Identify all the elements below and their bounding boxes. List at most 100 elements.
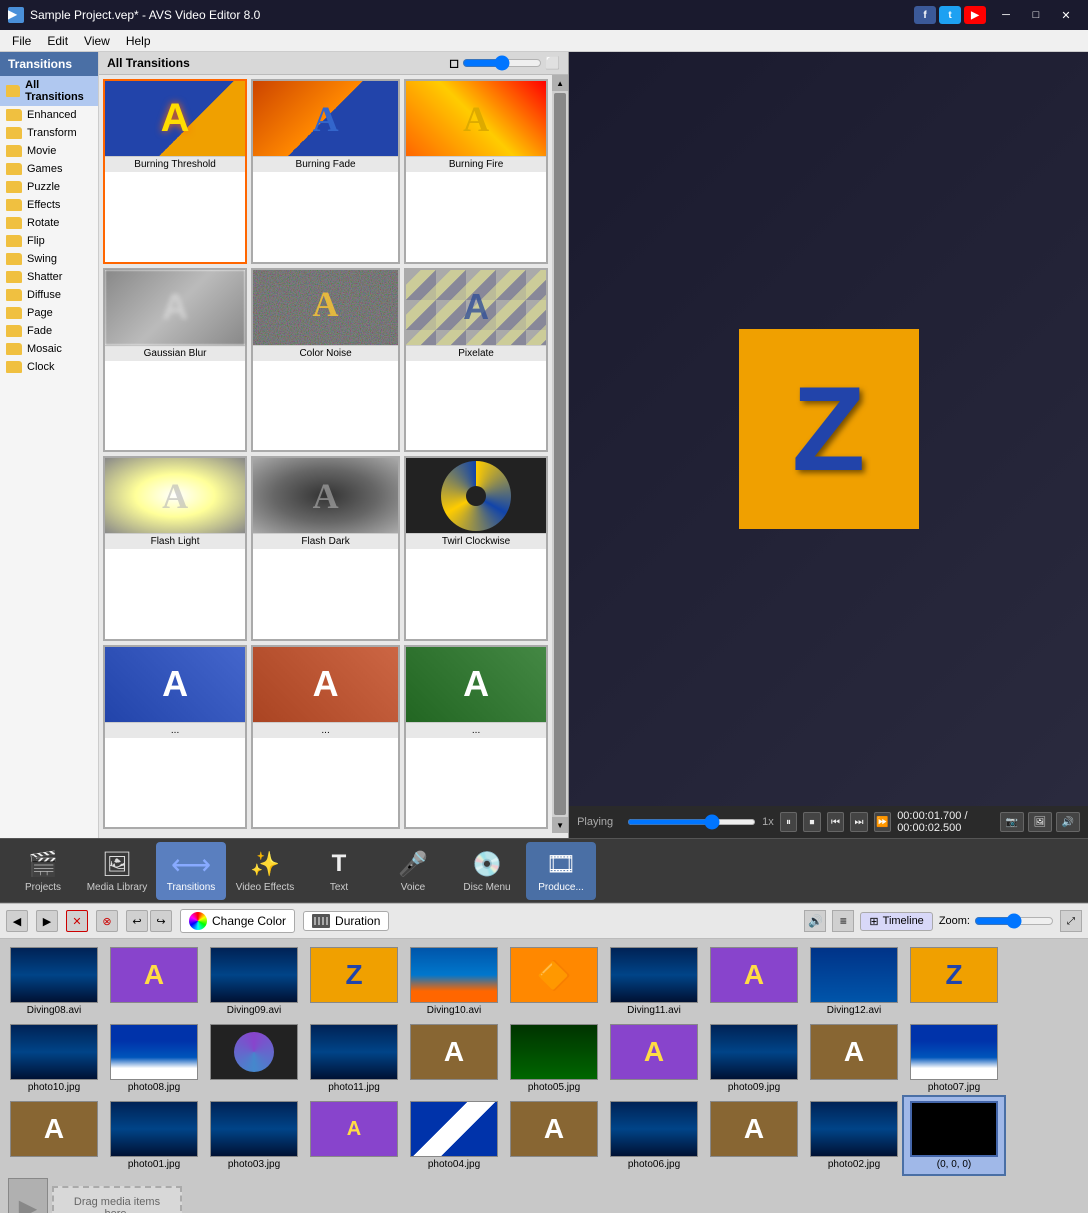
media-item-photo11[interactable]: photo11.jpg — [304, 1020, 404, 1097]
change-color-btn[interactable]: Change Color — [180, 909, 295, 933]
sidebar-item-swing[interactable]: Swing — [0, 250, 98, 268]
media-item-diving09[interactable]: Diving09.avi — [204, 943, 304, 1020]
sidebar-item-page[interactable]: Page — [0, 304, 98, 322]
media-item-photo05[interactable]: photo05.jpg — [504, 1020, 604, 1097]
media-item-diving10[interactable]: Diving10.avi — [404, 943, 504, 1020]
transition-burning-threshold[interactable]: A Burning Threshold — [103, 79, 247, 264]
scroll-thumb[interactable] — [554, 93, 566, 815]
small-size-icon[interactable]: ◻ — [449, 56, 459, 70]
sidebar-item-mosaic[interactable]: Mosaic — [0, 340, 98, 358]
menu-file[interactable]: File — [4, 32, 39, 50]
next-btn[interactable]: ⏭ — [850, 812, 867, 832]
sidebar-item-effects[interactable]: Effects — [0, 196, 98, 214]
scroll-up-btn[interactable]: ▲ — [552, 75, 568, 91]
maximize-btn[interactable]: □ — [1022, 5, 1050, 25]
media-item-a8[interactable]: A — [504, 1097, 604, 1174]
media-item-photo06[interactable]: photo06.jpg — [604, 1097, 704, 1174]
nav-prev-btn[interactable]: ◀ — [6, 910, 28, 932]
sidebar-item-transform[interactable]: Transform — [0, 124, 98, 142]
menu-help[interactable]: Help — [118, 32, 159, 50]
large-size-icon[interactable]: ⬜ — [545, 56, 560, 70]
prev-btn[interactable]: ⏮ — [827, 812, 844, 832]
transition-flash-dark[interactable]: A Flash Dark — [251, 456, 400, 641]
media-item-orange1[interactable]: 🔶 — [504, 943, 604, 1020]
redo-btn[interactable]: ↪ — [150, 910, 172, 932]
stop-btn[interactable]: ⏹ — [803, 812, 820, 832]
menu-edit[interactable]: Edit — [39, 32, 76, 50]
sidebar-item-movie[interactable]: Movie — [0, 142, 98, 160]
disc-menu-btn[interactable]: 💿 Disc Menu — [452, 842, 522, 900]
media-item-z2[interactable]: Z — [904, 943, 1004, 1020]
transition-more-3[interactable]: A ... — [404, 645, 548, 830]
video-effects-btn[interactable]: ✨ Video Effects — [230, 842, 300, 900]
media-item-diving11[interactable]: Diving11.avi — [604, 943, 704, 1020]
nav-cancel-btn[interactable]: ✕ — [66, 910, 88, 932]
sidebar-item-rotate[interactable]: Rotate — [0, 214, 98, 232]
zoom-slider[interactable] — [974, 917, 1054, 925]
text-btn[interactable]: T Text — [304, 842, 374, 900]
voice-btn[interactable]: 🎤 Voice — [378, 842, 448, 900]
transition-color-noise[interactable]: A Color Noise — [251, 268, 400, 453]
minimize-btn[interactable]: ─ — [992, 5, 1020, 25]
sidebar-item-shatter[interactable]: Shatter — [0, 268, 98, 286]
youtube-btn[interactable]: ▶ — [964, 6, 986, 24]
zoom-expand-btn[interactable]: ⤢ — [1060, 910, 1082, 932]
media-item-photo10[interactable]: photo10.jpg — [4, 1020, 104, 1097]
media-item-photo02[interactable]: photo02.jpg — [804, 1097, 904, 1174]
media-item-a7[interactable]: A — [304, 1097, 404, 1174]
scroll-down-btn[interactable]: ▼ — [552, 817, 568, 833]
media-item-photo04[interactable]: photo04.jpg — [404, 1097, 504, 1174]
transition-more-1[interactable]: A ... — [103, 645, 247, 830]
media-item-photo09[interactable]: photo09.jpg — [704, 1020, 804, 1097]
media-item-circle1[interactable] — [204, 1020, 304, 1097]
media-item-a4[interactable]: A — [604, 1020, 704, 1097]
media-item-a6[interactable]: A — [4, 1097, 104, 1174]
media-item-diving12[interactable]: Diving12.avi — [804, 943, 904, 1020]
snapshot-btn[interactable]: 🖼 — [1028, 812, 1052, 832]
sidebar-item-all-transitions[interactable]: All Transitions — [0, 76, 98, 106]
media-library-btn[interactable]: 🖼 Media Library — [82, 842, 152, 900]
volume-btn[interactable]: 🔊 — [1056, 812, 1080, 832]
facebook-btn[interactable]: f — [914, 6, 936, 24]
media-item-a5[interactable]: A — [804, 1020, 904, 1097]
close-btn[interactable]: ✕ — [1052, 5, 1080, 25]
produce-btn[interactable]: 🎞 Produce... — [526, 842, 596, 900]
duration-btn[interactable]: Duration — [303, 911, 389, 931]
media-item-a3[interactable]: A — [404, 1020, 504, 1097]
transition-pixelate[interactable]: A Pixelate — [404, 268, 548, 453]
media-item-a2[interactable]: A — [704, 943, 804, 1020]
transition-burning-fire[interactable]: A Burning Fire — [404, 79, 548, 264]
pause-btn[interactable]: ⏸ — [780, 812, 797, 832]
sidebar-item-clock[interactable]: Clock — [0, 358, 98, 376]
sidebar-item-games[interactable]: Games — [0, 160, 98, 178]
playback-slider[interactable] — [627, 819, 756, 825]
sidebar-item-enhanced[interactable]: Enhanced — [0, 106, 98, 124]
media-item-photo07[interactable]: photo07.jpg — [904, 1020, 1004, 1097]
transition-more-2[interactable]: A ... — [251, 645, 400, 830]
nav-next-btn[interactable]: ▶ — [36, 910, 58, 932]
size-slider[interactable] — [462, 59, 542, 67]
sidebar-item-fade[interactable]: Fade — [0, 322, 98, 340]
sidebar-item-flip[interactable]: Flip — [0, 232, 98, 250]
projects-btn[interactable]: 🎬 Projects — [8, 842, 78, 900]
transition-twirl-clockwise[interactable]: Twirl Clockwise — [404, 456, 548, 641]
fast-forward-btn[interactable]: ⏩ — [874, 812, 891, 832]
undo-btn[interactable]: ↩ — [126, 910, 148, 932]
media-item-black[interactable]: (0, 0, 0) — [904, 1097, 1004, 1174]
media-item-photo01[interactable]: photo01.jpg — [104, 1097, 204, 1174]
timeline-btn[interactable]: ⊞ Timeline — [860, 912, 932, 931]
transition-flash-light[interactable]: A Flash Light — [103, 456, 247, 641]
media-item-photo03[interactable]: photo03.jpg — [204, 1097, 304, 1174]
media-item-diving08[interactable]: Diving08.avi — [4, 943, 104, 1020]
menu-view[interactable]: View — [76, 32, 118, 50]
media-item-z1[interactable]: Z — [304, 943, 404, 1020]
transition-burning-fade[interactable]: A Burning Fade — [251, 79, 400, 264]
sidebar-item-puzzle[interactable]: Puzzle — [0, 178, 98, 196]
transitions-btn[interactable]: ⟷ Transitions — [156, 842, 226, 900]
sidebar-item-diffuse[interactable]: Diffuse — [0, 286, 98, 304]
media-item-a9[interactable]: A — [704, 1097, 804, 1174]
view-mode-btn[interactable]: ≡ — [832, 910, 854, 932]
nav-stop-btn[interactable]: ⊗ — [96, 910, 118, 932]
twitter-btn[interactable]: t — [939, 6, 961, 24]
screenshot-btn[interactable]: 📷 — [1000, 812, 1024, 832]
